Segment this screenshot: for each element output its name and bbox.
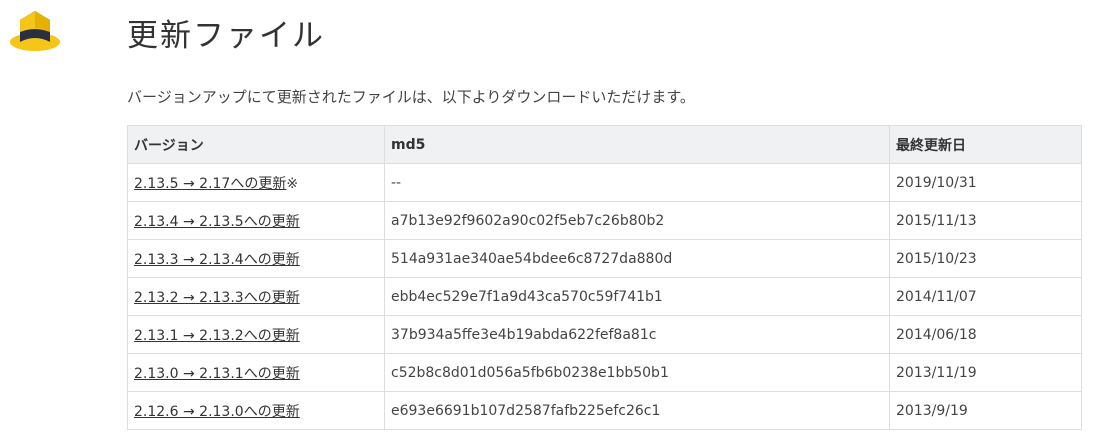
date-cell: 2013/9/19 <box>889 391 1082 430</box>
intro-text: バージョンアップにて更新されたファイルは、以下よりダウンロードいただけます。 <box>127 88 695 106</box>
table-row: 2.13.4 → 2.13.5への更新 a7b13e92f9602a90c02f… <box>127 201 1082 240</box>
table-row: 2.13.2 → 2.13.3への更新 ebb4ec529e7f1a9d43ca… <box>127 277 1082 316</box>
version-cell: 2.13.1 → 2.13.2への更新 <box>127 315 385 354</box>
header-date: 最終更新日 <box>889 125 1082 164</box>
table-row: 2.13.5 → 2.17への更新※ -- 2019/10/31 <box>127 163 1082 202</box>
download-link[interactable]: 2.13.0 → 2.13.1への更新 <box>134 366 300 382</box>
version-cell: 2.13.4 → 2.13.5への更新 <box>127 201 385 240</box>
logo-icon <box>10 11 60 51</box>
download-link[interactable]: 2.13.4 → 2.13.5への更新 <box>134 214 300 230</box>
md5-cell: c52b8c8d01d056a5fb6b0238e1bb50b1 <box>384 353 890 392</box>
table-row: 2.12.6 → 2.13.0への更新 e693e6691b107d2587fa… <box>127 391 1082 430</box>
md5-cell: ebb4ec529e7f1a9d43ca570c59f741b1 <box>384 277 890 316</box>
version-cell: 2.13.0 → 2.13.1への更新 <box>127 353 385 392</box>
download-link[interactable]: 2.13.1 → 2.13.2への更新 <box>134 328 300 344</box>
header-version: バージョン <box>127 125 385 164</box>
version-cell: 2.12.6 → 2.13.0への更新 <box>127 391 385 430</box>
md5-cell: 514a931ae340ae54bdee6c8727da880d <box>384 239 890 278</box>
download-link[interactable]: 2.13.2 → 2.13.3への更新 <box>134 290 300 306</box>
version-cell: 2.13.3 → 2.13.4への更新 <box>127 239 385 278</box>
table-row: 2.13.0 → 2.13.1への更新 c52b8c8d01d056a5fb6b… <box>127 353 1082 392</box>
note-mark: ※ <box>286 175 299 192</box>
md5-cell: 37b934a5ffe3e4b19abda622fef8a81c <box>384 315 890 354</box>
version-cell: 2.13.2 → 2.13.3への更新 <box>127 277 385 316</box>
date-cell: 2015/11/13 <box>889 201 1082 240</box>
date-cell: 2014/06/18 <box>889 315 1082 354</box>
header-md5: md5 <box>384 125 890 164</box>
page-title: 更新ファイル <box>127 18 325 54</box>
version-cell: 2.13.5 → 2.17への更新※ <box>127 163 385 202</box>
download-link[interactable]: 2.13.3 → 2.13.4への更新 <box>134 252 300 268</box>
date-cell: 2013/11/19 <box>889 353 1082 392</box>
download-link[interactable]: 2.12.6 → 2.13.0への更新 <box>134 404 300 420</box>
update-files-table: バージョン md5 最終更新日 2.13.5 → 2.17への更新※ -- 20… <box>127 125 1082 430</box>
date-cell: 2019/10/31 <box>889 163 1082 202</box>
table-row: 2.13.1 → 2.13.2への更新 37b934a5ffe3e4b19abd… <box>127 315 1082 354</box>
date-cell: 2014/11/07 <box>889 277 1082 316</box>
md5-cell: a7b13e92f9602a90c02f5eb7c26b80b2 <box>384 201 890 240</box>
md5-cell: e693e6691b107d2587fafb225efc26c1 <box>384 391 890 430</box>
date-cell: 2015/10/23 <box>889 239 1082 278</box>
table-header-row: バージョン md5 最終更新日 <box>127 125 1082 164</box>
md5-cell: -- <box>384 163 890 202</box>
table-row: 2.13.3 → 2.13.4への更新 514a931ae340ae54bdee… <box>127 239 1082 278</box>
download-link[interactable]: 2.13.5 → 2.17への更新 <box>134 176 286 192</box>
